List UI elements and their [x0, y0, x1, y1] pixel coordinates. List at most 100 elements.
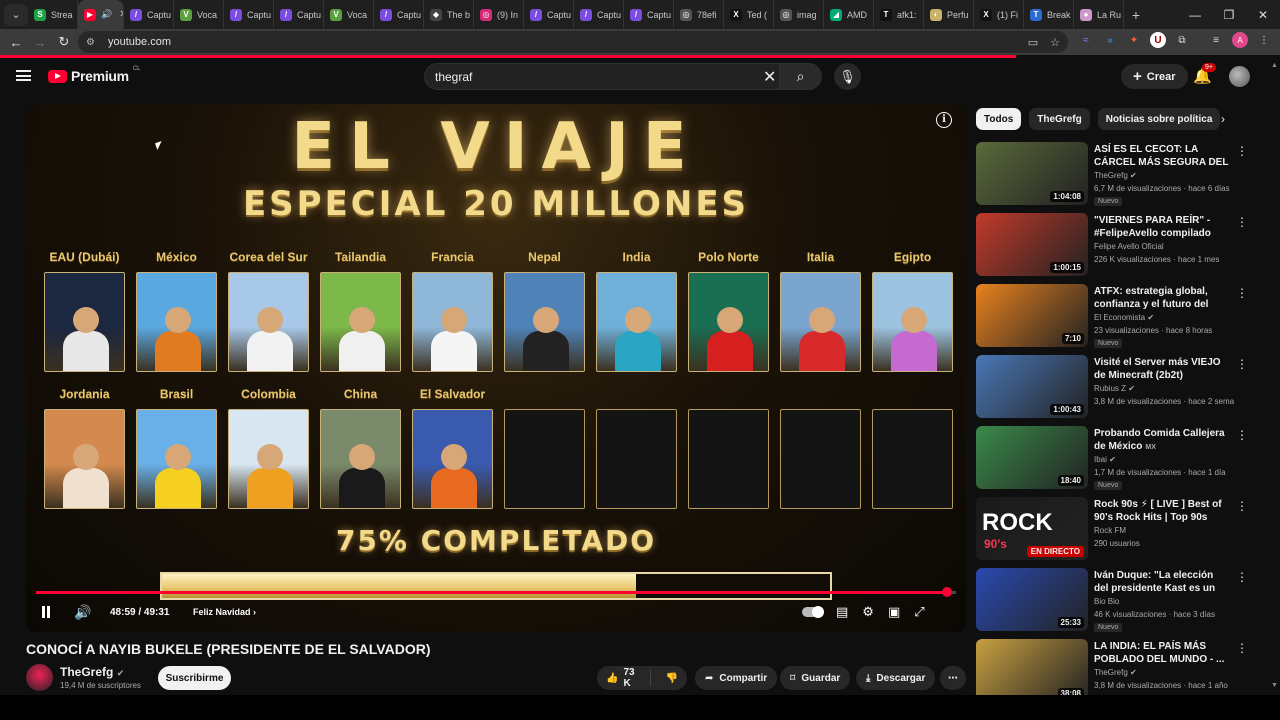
recommended-title[interactable]: Probando Comida Callejera de México MX — [1094, 427, 1230, 454]
filter-chip[interactable]: TheGrefg — [1029, 108, 1090, 130]
chapter-button[interactable]: Feliz Navidad › — [193, 607, 256, 617]
video-thumbnail[interactable]: 1:04:08 — [976, 142, 1088, 205]
close-window-icon[interactable]: ✕ — [1246, 8, 1280, 22]
site-info-icon[interactable]: ⚙ — [86, 37, 100, 48]
recommended-video[interactable]: 7:10 ATFX: estrategia global, confianza y… — [976, 284, 1248, 355]
share-button[interactable]: ➦ Compartir — [695, 666, 778, 690]
pause-icon[interactable] — [38, 604, 54, 620]
browser-tab[interactable]: ◎ 78efi — [674, 0, 724, 29]
filter-chip[interactable]: Todos — [976, 108, 1022, 130]
scroll-up-icon[interactable]: ▲ — [1271, 62, 1278, 69]
more-options-icon[interactable]: ⋮ — [1236, 641, 1248, 655]
recommended-channel[interactable]: TheGrefg ✔ — [1094, 668, 1137, 677]
video-thumbnail[interactable]: 7:10 — [976, 284, 1088, 347]
recommended-title[interactable]: Iván Duque: "La elección del presidente … — [1094, 569, 1230, 596]
browser-tab[interactable]: Tafk1: — [874, 0, 924, 29]
browser-menu-icon[interactable]: ⋮ — [1256, 32, 1272, 48]
save-button[interactable]: ⌑ Guardar — [780, 666, 851, 690]
more-options-icon[interactable]: ⋮ — [1236, 499, 1248, 513]
seek-handle[interactable] — [941, 587, 952, 597]
settings-gear-icon[interactable]: ⚙ — [862, 604, 874, 620]
subtitles-icon[interactable]: ▤ — [836, 604, 848, 620]
clear-search-icon[interactable]: ✕ — [763, 67, 776, 87]
browser-tab[interactable]: / Captu — [274, 0, 324, 29]
browser-tab[interactable]: X (1) Fi — [974, 0, 1024, 29]
like-button[interactable]: 👍 73 K — [597, 667, 651, 689]
menu-icon[interactable] — [16, 70, 31, 81]
recommended-title[interactable]: ASÍ ES EL CECOT: LA CÁRCEL MÁS SEGURA DE… — [1094, 143, 1230, 170]
more-options-icon[interactable]: ⋮ — [1236, 428, 1248, 442]
notifications-button[interactable]: 🔔 9+ — [1193, 63, 1216, 85]
browser-tab[interactable]: / Captu — [224, 0, 274, 29]
video-thumbnail[interactable]: 18:40 — [976, 426, 1088, 489]
audio-playing-icon[interactable]: 🔊 — [101, 9, 112, 20]
browser-tab[interactable]: ▶🔊✕ — [78, 0, 124, 29]
back-icon[interactable]: ← — [4, 35, 28, 50]
video-thumbnail[interactable]: 38:08 — [976, 639, 1088, 702]
download-button[interactable]: ⤓ Descargar — [856, 666, 936, 690]
recommended-title[interactable]: LA INDIA: EL PAÍS MÁS POBLADO DEL MUNDO … — [1094, 640, 1230, 666]
miniplayer-icon[interactable]: ▣ — [888, 604, 900, 620]
cast-icon[interactable]: ▭ — [1028, 36, 1038, 49]
channel-name[interactable]: TheGrefg ✔ — [60, 665, 124, 679]
new-tab-button[interactable]: + — [1124, 7, 1148, 23]
tab-search-icon[interactable]: ⌄ — [4, 3, 28, 26]
create-button[interactable]: + Crear — [1121, 64, 1188, 89]
browser-tab[interactable]: T Break — [1024, 0, 1074, 29]
autoplay-toggle[interactable] — [802, 606, 824, 618]
page-scrollbar[interactable]: ▲ ▼ — [1271, 62, 1278, 692]
voice-search-button[interactable]: 🎙 — [834, 63, 861, 90]
recommended-video[interactable]: 1:00:15 "VIERNES PARA REÍR" - #FelipeAvel… — [976, 213, 1248, 284]
browser-tab[interactable]: V Voca — [324, 0, 374, 29]
recommended-channel[interactable]: Felipe Avello Oficial — [1094, 242, 1164, 251]
recommended-channel[interactable]: Bio Bio — [1094, 597, 1119, 606]
profile-avatar-icon[interactable]: A — [1232, 32, 1248, 48]
recommended-title[interactable]: Rock 90s ⚡ [ LIVE ] Best of 90's Rock Hi… — [1094, 498, 1230, 525]
browser-tab[interactable]: / Captu — [374, 0, 424, 29]
more-options-icon[interactable]: ⋮ — [1236, 286, 1248, 300]
more-options-icon[interactable]: ⋮ — [1236, 144, 1248, 158]
browser-tab[interactable]: ● La Ru — [1074, 0, 1124, 29]
dislike-button[interactable]: 👎 — [657, 673, 687, 684]
recommended-channel[interactable]: Rock FM — [1094, 526, 1126, 535]
subscribe-button[interactable]: Suscribirme — [158, 666, 231, 690]
browser-tab[interactable]: ◎ imag — [774, 0, 824, 29]
search-button[interactable]: ⌕ — [779, 64, 821, 89]
browser-tab[interactable]: / Captu — [624, 0, 674, 29]
recommended-channel[interactable]: Rubius Z ✔ — [1094, 384, 1135, 393]
filter-chip[interactable]: Noticias sobre política — [1097, 108, 1221, 130]
more-options-icon[interactable]: ⋮ — [1236, 215, 1248, 229]
video-thumbnail[interactable]: 1:00:43 — [976, 355, 1088, 418]
address-bar[interactable]: ⚙ youtube.com ▭ ☆ — [78, 31, 1068, 53]
browser-tab[interactable]: ◆ The b — [424, 0, 474, 29]
recommended-title[interactable]: "VIERNES PARA REÍR" - #FelipeAvello comp… — [1094, 214, 1230, 241]
fullscreen-icon[interactable]: ⤢ — [914, 604, 924, 620]
info-icon[interactable]: i — [936, 112, 952, 128]
youtube-premium-logo[interactable]: Premium CL — [48, 66, 140, 84]
video-thumbnail[interactable]: 1:00:15 — [976, 213, 1088, 276]
restore-icon[interactable]: ❐ — [1212, 8, 1246, 22]
search-input[interactable] — [425, 69, 745, 84]
browser-tab[interactable]: ◐ Perfu — [924, 0, 974, 29]
extension-icon[interactable]: » — [1102, 32, 1118, 48]
recommended-video[interactable]: ROCK 90's EN DIRECTO Rock 90s ⚡ [ LIVE ] Be… — [976, 497, 1248, 568]
ublock-icon[interactable]: U — [1150, 32, 1166, 48]
browser-tab[interactable]: / Captu — [124, 0, 174, 29]
video-thumbnail[interactable]: 25:33 — [976, 568, 1088, 631]
more-options-icon[interactable]: ⋮ — [1236, 570, 1248, 584]
recommended-video[interactable]: 1:00:43 Visité el Server más VIEJO de Min… — [976, 355, 1248, 426]
more-actions-button[interactable]: ⋯ — [940, 666, 966, 690]
video-thumbnail[interactable]: ROCK 90's EN DIRECTO — [976, 497, 1088, 560]
browser-tab[interactable]: X Ted ( — [724, 0, 774, 29]
more-options-icon[interactable]: ⋮ — [1236, 357, 1248, 371]
recommended-title[interactable]: Visité el Server más VIEJO de Minecraft … — [1094, 356, 1230, 382]
recommended-channel[interactable]: El Economista ✔ — [1094, 313, 1154, 322]
recommended-channel[interactable]: TheGrefg ✔ — [1094, 171, 1137, 180]
seek-bar[interactable] — [36, 587, 956, 597]
recommended-video[interactable]: 25:33 Iván Duque: "La elección del presid… — [976, 568, 1248, 639]
extensions-puzzle-icon[interactable]: ⧉ — [1174, 32, 1190, 48]
browser-tab[interactable]: ◎ (9) In — [474, 0, 524, 29]
bookmark-star-icon[interactable]: ☆ — [1050, 36, 1060, 49]
reload-icon[interactable]: ↻ — [52, 34, 76, 50]
forward-icon[interactable]: → — [28, 35, 52, 50]
